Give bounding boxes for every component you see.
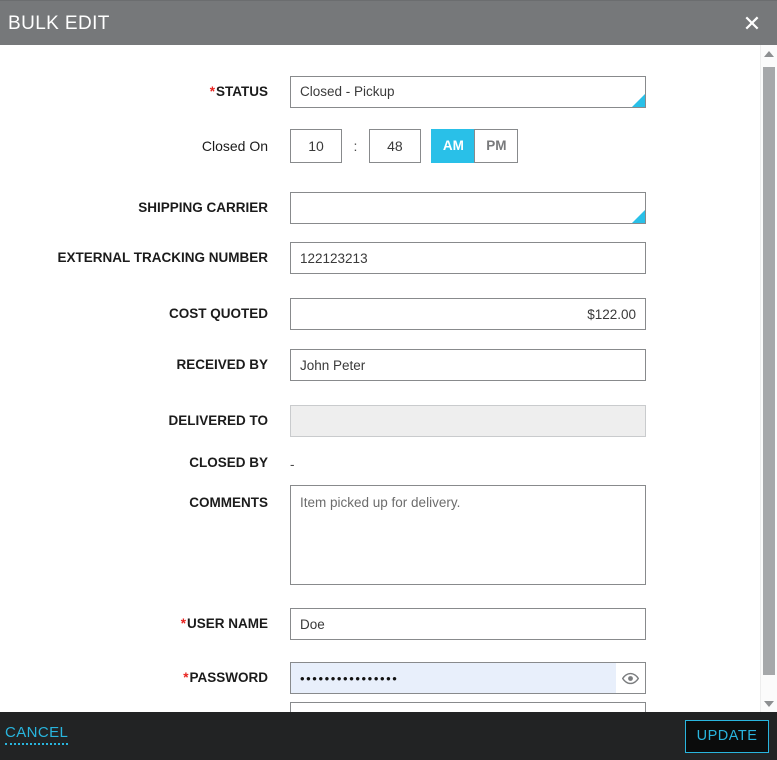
scrollbar-thumb[interactable] <box>763 67 775 675</box>
received-by-input[interactable] <box>290 349 646 381</box>
form-area: *STATUS Closed - Pickup Closed On : AMPM <box>0 45 760 712</box>
comments-textarea[interactable]: Item picked up for delivery. <box>290 485 646 585</box>
time-separator: : <box>353 138 358 154</box>
password-wrap <box>290 662 646 694</box>
next-field-wrap <box>290 702 646 712</box>
password-label: *PASSWORD <box>183 670 268 685</box>
cost-quoted-input[interactable] <box>290 298 646 330</box>
delivered-to-wrap <box>290 405 646 437</box>
next-field-input[interactable] <box>290 702 646 712</box>
scroll-up-icon[interactable] <box>761 45 777 62</box>
cost-quoted-label: COST QUOTED <box>168 306 268 321</box>
closed-on-minute-input[interactable] <box>368 129 421 163</box>
meridiem-toggle: AM PM <box>431 129 519 163</box>
cancel-button[interactable]: CANCEL <box>5 724 69 745</box>
status-dropdown-value: Closed - Pickup <box>300 84 395 99</box>
cost-quoted-wrap <box>290 298 646 330</box>
vertical-scrollbar[interactable] <box>760 45 777 712</box>
closed-by-value: - <box>290 457 295 472</box>
dialog-title: BULK EDIT <box>8 13 110 34</box>
password-field <box>290 662 646 694</box>
eye-icon[interactable] <box>616 663 645 693</box>
dialog-footer: CANCEL UPDATE <box>0 712 777 760</box>
delivered-to-input <box>290 405 646 437</box>
chevron-down-icon <box>632 210 645 223</box>
password-input[interactable] <box>291 663 618 693</box>
meridiem-pm-button[interactable]: PM <box>474 129 519 163</box>
shipping-carrier-dropdown-wrap <box>290 192 646 224</box>
closed-by-label: CLOSED BY <box>189 455 268 470</box>
user-name-input[interactable] <box>290 608 646 640</box>
external-tracking-number-wrap <box>290 242 646 274</box>
user-name-label: *USER NAME <box>180 616 268 631</box>
chevron-down-icon <box>632 94 645 107</box>
received-by-wrap <box>290 349 646 381</box>
bulk-edit-dialog: BULK EDIT ✕ *STATUS Closed - Pickup Clos… <box>0 0 777 760</box>
external-tracking-number-input[interactable] <box>290 242 646 274</box>
required-asterisk: * <box>180 616 186 631</box>
closed-on-hour-input[interactable] <box>290 129 342 163</box>
close-icon[interactable]: ✕ <box>735 1 769 46</box>
status-label: *STATUS <box>209 84 268 99</box>
comments-wrap: Item picked up for delivery. <box>290 485 646 590</box>
closed-on-label: Closed On <box>201 138 268 154</box>
status-dropdown-wrap: Closed - Pickup <box>290 76 646 108</box>
meridiem-am-button[interactable]: AM <box>431 129 476 163</box>
delivered-to-label: DELIVERED TO <box>168 413 268 428</box>
scroll-down-icon[interactable] <box>761 695 777 712</box>
status-dropdown[interactable]: Closed - Pickup <box>290 76 646 108</box>
shipping-carrier-dropdown[interactable] <box>290 192 646 224</box>
closed-on-controls: : AMPM <box>290 129 519 163</box>
required-asterisk: * <box>209 84 215 99</box>
shipping-carrier-label: SHIPPING CARRIER <box>138 200 268 215</box>
dialog-titlebar: BULK EDIT ✕ <box>0 0 777 45</box>
external-tracking-number-label: EXTERNAL TRACKING NUMBER <box>57 250 268 265</box>
update-button[interactable]: UPDATE <box>685 720 769 753</box>
user-name-wrap <box>290 608 646 640</box>
required-asterisk: * <box>183 670 189 685</box>
closed-by-value-wrap: - <box>290 455 295 475</box>
received-by-label: RECEIVED BY <box>176 357 268 372</box>
comments-label: COMMENTS <box>189 495 268 510</box>
